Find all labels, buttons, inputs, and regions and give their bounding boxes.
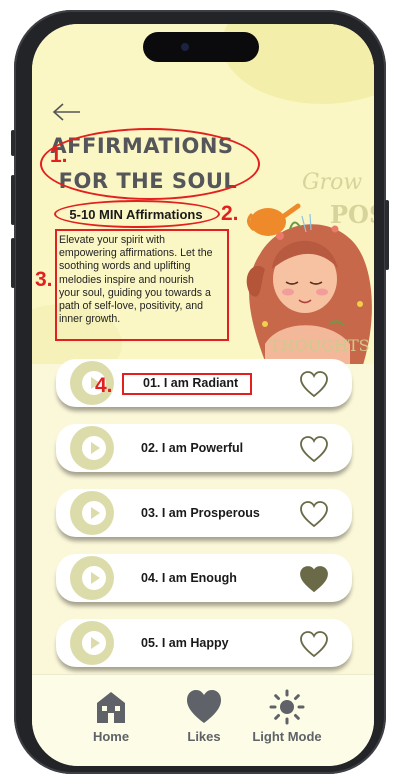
affirmation-card[interactable]: 02. I am Powerful	[56, 424, 352, 472]
camera-icon	[181, 43, 189, 51]
side-button-volume-up	[11, 175, 15, 225]
annotation-ellipse-subtitle	[54, 200, 220, 228]
affirmation-card[interactable]: 05. I am Happy	[56, 619, 352, 667]
affirmation-title: 02. I am Powerful	[141, 441, 244, 455]
decor-word-positive: POSIT	[330, 200, 374, 229]
dynamic-island	[143, 32, 259, 62]
affirmation-card[interactable]: 03. I am Prosperous	[56, 489, 352, 537]
annotation-rect-description	[55, 229, 229, 341]
tab-likes[interactable]: Likes	[159, 689, 249, 749]
side-button-power	[385, 200, 389, 270]
affirmation-card[interactable]: 04. I am Enough	[56, 554, 352, 602]
annotation-rect-title	[122, 373, 252, 395]
bottom-tab-bar: Home Likes Light Mode	[32, 674, 374, 766]
tab-home-label: Home	[92, 729, 130, 744]
play-button[interactable]	[70, 491, 114, 535]
annotation-number-4: 4.	[95, 374, 113, 397]
sun-icon	[269, 689, 305, 725]
annotation-number-1: 1.	[50, 144, 68, 167]
decor-word-thoughts: THOUGHTS	[270, 336, 370, 355]
back-arrow-icon[interactable]	[52, 102, 82, 122]
play-icon	[91, 507, 100, 519]
side-button-volume-down	[11, 238, 15, 288]
home-icon	[97, 692, 125, 723]
tab-likes-label: Likes	[187, 729, 221, 744]
affirmation-title: 04. I am Enough	[141, 571, 237, 585]
play-icon	[91, 442, 100, 454]
hero-section: AFFIRMATIONS FOR THE SOUL 1. 5-10 MIN Af…	[32, 24, 374, 364]
tab-home[interactable]: Home	[66, 689, 156, 749]
app-screen: AFFIRMATIONS FOR THE SOUL 1. 5-10 MIN Af…	[32, 24, 374, 766]
play-icon	[91, 572, 100, 584]
heart-icon[interactable]	[299, 370, 329, 398]
heart-icon[interactable]	[299, 500, 329, 528]
play-button[interactable]	[70, 556, 114, 600]
affirmation-title: 05. I am Happy	[141, 636, 229, 650]
heart-icon[interactable]	[299, 435, 329, 463]
play-button[interactable]	[70, 621, 114, 665]
side-button-mute	[11, 130, 15, 156]
tab-light-mode-label: Light Mode	[252, 729, 322, 744]
tab-light-mode[interactable]: Light Mode	[242, 689, 332, 749]
heart-icon[interactable]	[299, 630, 329, 658]
affirmation-title: 03. I am Prosperous	[141, 506, 260, 520]
annotation-number-3: 3.	[35, 268, 53, 291]
heart-filled-icon[interactable]	[299, 565, 329, 593]
play-icon	[91, 637, 100, 649]
decor-word-grow: Grow	[302, 170, 363, 195]
heart-icon	[187, 690, 221, 723]
play-button[interactable]	[70, 426, 114, 470]
